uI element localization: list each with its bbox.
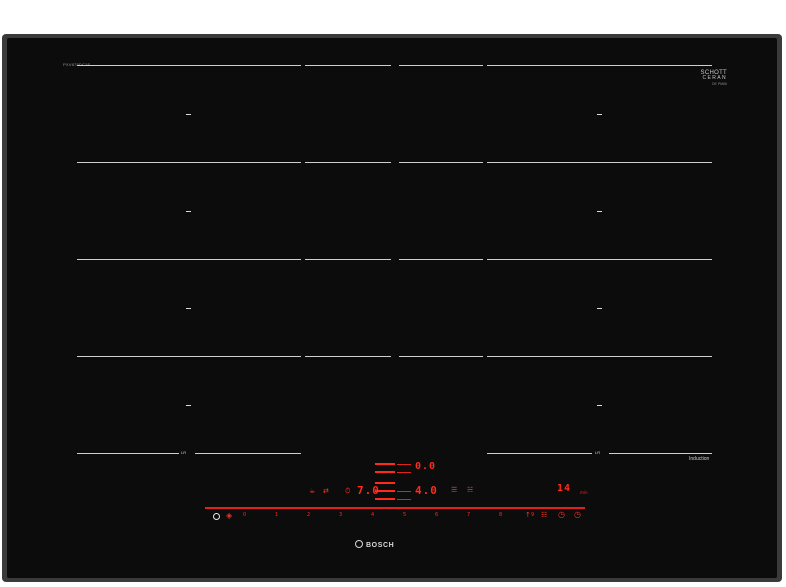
zone-line: [305, 259, 391, 260]
control-red-line: [205, 507, 585, 509]
timer-icon[interactable]: ⏱: [345, 487, 350, 496]
zone-mark: [186, 211, 191, 212]
slider-step[interactable]: 4: [371, 512, 374, 518]
zone-line: [77, 162, 301, 163]
zone-line: [399, 259, 483, 260]
bosch-logo-icon: [355, 540, 363, 548]
zone-line: [399, 162, 483, 163]
center-power-display: 4.0: [415, 484, 438, 497]
power-icon[interactable]: [213, 513, 220, 520]
zone-line: [305, 356, 391, 357]
left-power-display: 7.0: [357, 484, 380, 497]
zone-line: [487, 65, 712, 66]
bosch-logo: BOSCH: [355, 540, 395, 549]
brand-line-3: DE PM66: [712, 82, 727, 86]
zone-mark: [186, 405, 191, 406]
zone-indicator-line: [397, 464, 411, 465]
zone-line: [487, 453, 592, 454]
move-icon[interactable]: ⇄: [323, 487, 329, 495]
brand-line-2: CERAN: [702, 75, 727, 81]
keep-warm-icon[interactable]: ☷: [541, 511, 547, 519]
zone-line: [609, 453, 712, 454]
zone-line: [399, 65, 483, 66]
hob-frame: PXV875DC1E SCHOTT CERAN DE PM66 LR LR In…: [2, 34, 782, 582]
zone-mark: [186, 308, 191, 309]
timer-unit: min: [580, 490, 588, 495]
flex-label-left: LR: [181, 450, 187, 455]
slider-step[interactable]: 9: [531, 512, 534, 518]
power-slider[interactable]: 0 1 2 3 4 5 6 7 8 9: [243, 512, 534, 522]
slider-step[interactable]: 1: [275, 512, 278, 518]
zone-mark: [597, 405, 602, 406]
boost-icon[interactable]: ↑: [525, 511, 531, 519]
frying-sensor-icon[interactable]: ☕: [309, 487, 315, 495]
slider-step[interactable]: 0: [243, 512, 246, 518]
keep-warm-icon[interactable]: ☵: [467, 486, 473, 494]
zone-indicator-line: [397, 472, 411, 473]
zone-mark: [597, 211, 602, 212]
zone-indicator-bar[interactable]: [375, 463, 395, 465]
slider-step[interactable]: 6: [435, 512, 438, 518]
flex-zone-icon[interactable]: ☰: [451, 486, 457, 494]
zone-line: [305, 65, 391, 66]
zone-indicator-bar[interactable]: [375, 471, 395, 473]
slider-step[interactable]: 2: [307, 512, 310, 518]
slider-step[interactable]: 3: [339, 512, 342, 518]
zone-line: [77, 356, 301, 357]
stopwatch-icon[interactable]: ◷: [574, 510, 581, 519]
slider-step[interactable]: 7: [467, 512, 470, 518]
top-center-display: 0.0: [415, 461, 437, 472]
schott-ceran-badge: SCHOTT CERAN DE PM66: [701, 70, 727, 87]
slider-step[interactable]: 5: [403, 512, 406, 518]
zone-line: [77, 65, 301, 66]
zone-mark: [597, 308, 602, 309]
zone-indicator-line: [397, 499, 411, 500]
ceramic-glass: PXV875DC1E SCHOTT CERAN DE PM66 LR LR In…: [7, 38, 777, 578]
zone-indicator-bar[interactable]: [375, 498, 395, 500]
zone-mark: [597, 114, 602, 115]
zone-line: [77, 259, 301, 260]
zone-line: [487, 162, 712, 163]
zone-mark: [186, 114, 191, 115]
zone-line: [305, 162, 391, 163]
flex-label-right: LR: [595, 450, 601, 455]
zone-line: [77, 453, 179, 454]
right-timer-display: 14: [557, 483, 572, 494]
zone-line: [195, 453, 301, 454]
zone-line: [487, 259, 712, 260]
zone-line: [487, 356, 712, 357]
zone-indicator-line: [397, 491, 411, 492]
timer-icon[interactable]: ◷: [558, 510, 565, 519]
logo-text: BOSCH: [366, 541, 395, 549]
induction-label: Induction: [689, 456, 710, 462]
zone-line: [399, 356, 483, 357]
slider-step[interactable]: 8: [499, 512, 502, 518]
child-lock-icon[interactable]: ◈: [226, 511, 232, 520]
